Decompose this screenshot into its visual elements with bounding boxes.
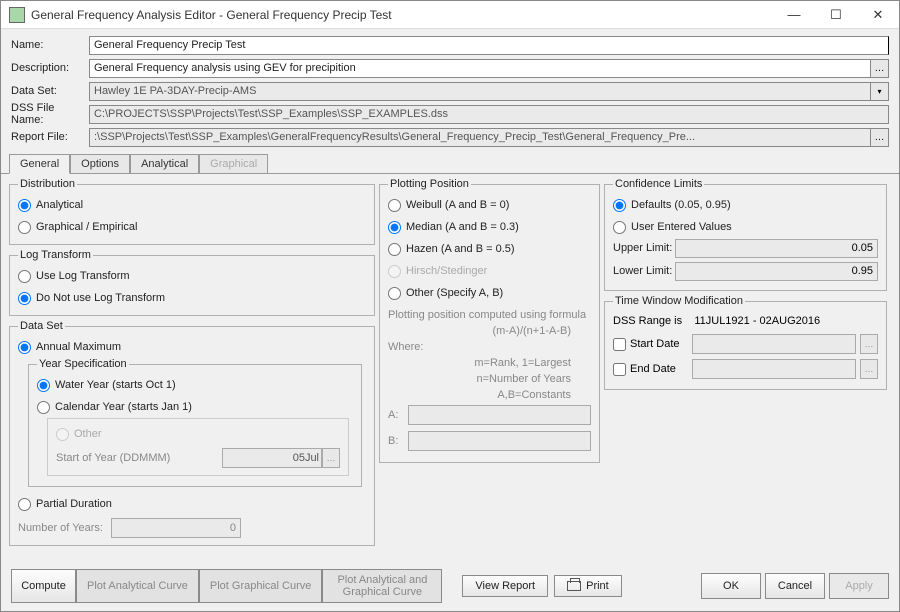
dss-range-label: DSS Range is xyxy=(613,315,682,327)
end-date-picker-icon: … xyxy=(860,359,878,379)
a-input xyxy=(408,405,591,425)
report-file-input[interactable] xyxy=(89,128,871,147)
start-date-label: Start Date xyxy=(630,338,688,350)
log-transform-group: Log Transform Use Log Transform Do Not u… xyxy=(9,249,375,316)
b-input xyxy=(408,431,591,451)
end-date-checkbox[interactable] xyxy=(613,363,626,376)
upper-limit-label: Upper Limit: xyxy=(613,242,675,254)
name-input[interactable] xyxy=(89,36,889,55)
dataset-select[interactable] xyxy=(89,82,871,101)
radio-defaults[interactable]: Defaults (0.05, 0.95) xyxy=(613,194,878,216)
radio-no-log[interactable]: Do Not use Log Transform xyxy=(18,287,366,309)
tab-content-general: Distribution Analytical Graphical / Empi… xyxy=(1,174,899,565)
report-ellipsis-button[interactable]: … xyxy=(871,128,889,147)
description-label: Description: xyxy=(11,62,89,74)
start-of-year-input xyxy=(222,448,322,468)
cancel-button[interactable]: Cancel xyxy=(765,573,825,599)
upper-limit-input xyxy=(675,239,878,258)
print-button[interactable]: Print xyxy=(554,575,622,597)
radio-partial-duration[interactable]: Partial Duration xyxy=(18,493,366,515)
tab-general[interactable]: General xyxy=(9,154,70,174)
data-set-group: Data Set Annual Maximum Year Specificati… xyxy=(9,320,375,546)
radio-use-log[interactable]: Use Log Transform xyxy=(18,265,366,287)
tab-graphical: Graphical xyxy=(199,154,268,173)
radio-analytical[interactable]: Analytical xyxy=(18,194,366,216)
dataset-label: Data Set: xyxy=(11,85,89,97)
bottom-toolbar: Compute Plot Analytical Curve Plot Graph… xyxy=(1,565,899,611)
radio-annual-maximum[interactable]: Annual Maximum xyxy=(18,336,366,358)
start-date-input xyxy=(692,334,856,354)
dataset-dropdown-icon[interactable]: ▾ xyxy=(871,82,889,101)
end-date-input xyxy=(692,359,856,379)
start-date-picker-icon: … xyxy=(860,334,878,354)
plotting-position-legend: Plotting Position xyxy=(388,178,471,190)
plot-analytical-curve-button[interactable]: Plot Analytical Curve xyxy=(76,569,199,603)
radio-graphical-empirical[interactable]: Graphical / Empirical xyxy=(18,216,366,238)
radio-other-ab[interactable]: Other (Specify A, B) xyxy=(388,282,591,304)
a-label: A: xyxy=(388,409,408,421)
description-input[interactable] xyxy=(89,59,871,78)
lower-limit-input xyxy=(675,262,878,281)
number-of-years-label: Number of Years: xyxy=(18,522,103,534)
start-of-year-label: Start of Year (DDMMM) xyxy=(56,452,222,464)
plotting-formula-text: Plotting position computed using formula… xyxy=(388,308,591,404)
year-spec-legend: Year Specification xyxy=(37,358,129,370)
ok-button[interactable]: OK xyxy=(701,573,761,599)
close-button[interactable]: ✕ xyxy=(857,1,899,28)
log-transform-legend: Log Transform xyxy=(18,249,93,261)
plotting-position-group: Plotting Position Weibull (A and B = 0) … xyxy=(379,178,600,463)
radio-median[interactable]: Median (A and B = 0.3) xyxy=(388,216,591,238)
number-of-years-input xyxy=(111,518,241,538)
radio-user-values[interactable]: User Entered Values xyxy=(613,216,878,238)
description-ellipsis-button[interactable]: … xyxy=(871,59,889,78)
lower-limit-label: Lower Limit: xyxy=(613,265,675,277)
radio-hirsch: Hirsch/Stedinger xyxy=(388,260,591,282)
app-icon xyxy=(9,7,25,23)
tab-analytical[interactable]: Analytical xyxy=(130,154,199,173)
printer-icon xyxy=(567,581,581,591)
radio-calendar-year[interactable]: Calendar Year (starts Jan 1) xyxy=(37,396,353,418)
view-report-button[interactable]: View Report xyxy=(462,575,548,597)
plot-analytical-graphical-button[interactable]: Plot Analytical and Graphical Curve xyxy=(322,569,442,603)
b-label: B: xyxy=(388,435,408,447)
name-label: Name: xyxy=(11,39,89,51)
other-year-group: Other Start of Year (DDMMM) … xyxy=(47,418,349,476)
time-window-group: Time Window Modification DSS Range is 11… xyxy=(604,295,887,390)
tab-bar: General Options Analytical Graphical xyxy=(1,152,899,174)
radio-water-year[interactable]: Water Year (starts Oct 1) xyxy=(37,374,353,396)
window-title: General Frequency Analysis Editor - Gene… xyxy=(31,8,773,22)
tab-options[interactable]: Options xyxy=(70,154,130,173)
radio-weibull[interactable]: Weibull (A and B = 0) xyxy=(388,194,591,216)
radio-other-year[interactable]: Other xyxy=(56,423,340,445)
confidence-limits-group: Confidence Limits Defaults (0.05, 0.95) … xyxy=(604,178,887,291)
header-form: Name: Description: … Data Set: ▾ DSS Fil… xyxy=(1,29,899,152)
maximize-button[interactable]: ☐ xyxy=(815,1,857,28)
apply-button: Apply xyxy=(829,573,889,599)
start-date-checkbox[interactable] xyxy=(613,338,626,351)
report-file-label: Report File: xyxy=(11,131,89,143)
distribution-legend: Distribution xyxy=(18,178,77,190)
confidence-limits-legend: Confidence Limits xyxy=(613,178,704,190)
compute-button[interactable]: Compute xyxy=(11,569,76,603)
year-specification-group: Year Specification Water Year (starts Oc… xyxy=(28,358,362,487)
start-of-year-picker-icon: … xyxy=(322,448,340,468)
radio-hazen[interactable]: Hazen (A and B = 0.5) xyxy=(388,238,591,260)
titlebar: General Frequency Analysis Editor - Gene… xyxy=(1,1,899,29)
dss-file-label: DSS File Name: xyxy=(11,102,89,126)
data-set-legend: Data Set xyxy=(18,320,65,332)
dss-range-value: 11JUL1921 - 02AUG2016 xyxy=(694,315,820,327)
time-window-legend: Time Window Modification xyxy=(613,295,745,307)
plot-graphical-curve-button[interactable]: Plot Graphical Curve xyxy=(199,569,323,603)
editor-window: General Frequency Analysis Editor - Gene… xyxy=(0,0,900,612)
end-date-label: End Date xyxy=(630,363,688,375)
distribution-group: Distribution Analytical Graphical / Empi… xyxy=(9,178,375,245)
minimize-button[interactable]: — xyxy=(773,1,815,28)
dss-file-input[interactable] xyxy=(89,105,889,124)
